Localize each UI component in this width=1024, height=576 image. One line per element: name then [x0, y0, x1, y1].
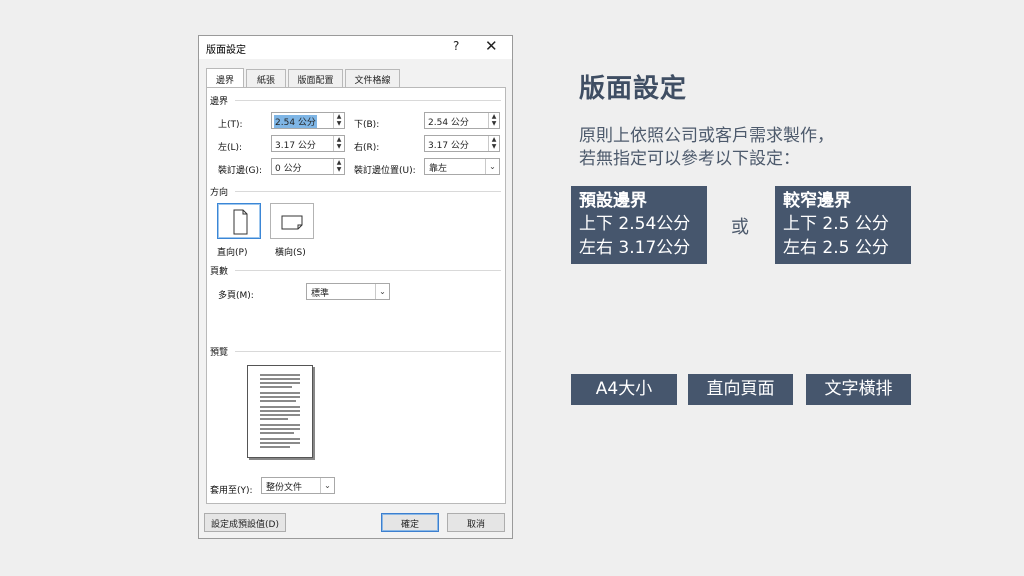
spinner-arrows-icon[interactable]: ▲ ▼ — [488, 136, 499, 151]
bottom-margin-value[interactable]: 2.54 公分 — [427, 115, 470, 128]
divider — [235, 351, 501, 352]
left-margin-label: 左(L): — [218, 143, 243, 153]
description-line: 若無指定可以參考以下設定： — [579, 149, 800, 169]
multiple-pages-label: 多頁(M): — [218, 291, 254, 301]
chevron-down-icon[interactable]: ⌄ — [320, 478, 334, 493]
gutter-position-label: 裝訂邊位置(U): — [354, 166, 416, 176]
chevron-down-icon[interactable]: ⌄ — [375, 284, 389, 299]
description-line: 原則上依照公司或客戶需求製作， — [579, 126, 834, 146]
landscape-label[interactable]: 橫向(S) — [275, 245, 306, 258]
narrow-margins-title: 較窄邊界 — [783, 191, 851, 211]
tag-horizontal-text: 文字橫排 — [806, 374, 911, 405]
tab-layout[interactable]: 版面配置 — [288, 69, 343, 87]
multiple-pages-value: 標準 — [311, 289, 330, 299]
default-margins-box: 預設邊界 上下 2.54公分 左右 3.17公分 — [571, 186, 707, 264]
bottom-margin-label: 下(B): — [354, 120, 380, 130]
divider — [235, 270, 501, 271]
preview-section-title: 預覽 — [210, 348, 229, 358]
gutter-label: 裝訂邊(G): — [218, 166, 263, 176]
dialog-title: 版面設定 — [206, 45, 246, 56]
left-margin-value[interactable]: 3.17 公分 — [274, 138, 317, 151]
right-margin-value[interactable]: 3.17 公分 — [427, 138, 470, 151]
top-margin-label: 上(T): — [218, 120, 243, 130]
tab-strip: 邊界 紙張 版面配置 文件格線 — [206, 68, 506, 88]
landscape-option[interactable] — [270, 203, 314, 239]
tab-paper[interactable]: 紙張 — [246, 69, 286, 87]
top-margin-spinner[interactable]: 2.54 公分 ▲ ▼ — [271, 112, 345, 129]
spinner-arrows-icon[interactable]: ▲ ▼ — [333, 136, 344, 151]
narrow-margins-box: 較窄邊界 上下 2.5 公分 左右 2.5 公分 — [775, 186, 911, 264]
chevron-down-icon[interactable]: ⌄ — [485, 159, 499, 174]
default-margins-line: 左右 3.17公分 — [579, 238, 691, 258]
spinner-arrows-icon[interactable]: ▲ ▼ — [333, 159, 344, 174]
portrait-page-icon — [233, 209, 248, 235]
tab-document-grid[interactable]: 文件格線 — [345, 69, 400, 87]
portrait-label[interactable]: 直向(P) — [217, 245, 247, 258]
right-margin-label: 右(R): — [354, 143, 380, 153]
spinner-arrows-icon[interactable]: ▲ ▼ — [488, 113, 499, 128]
apply-to-value: 整份文件 — [266, 483, 303, 493]
left-margin-spinner[interactable]: 3.17 公分 ▲ ▼ — [271, 135, 345, 152]
slide-title: 版面設定 — [579, 74, 688, 104]
bottom-margin-spinner[interactable]: 2.54 公分 ▲ ▼ — [424, 112, 500, 129]
landscape-page-icon — [281, 215, 303, 230]
top-margin-value[interactable]: 2.54 公分 — [274, 115, 317, 128]
divider — [235, 191, 501, 192]
default-margins-line: 上下 2.54公分 — [579, 214, 691, 234]
spinner-arrows-icon[interactable]: ▲ ▼ — [333, 113, 344, 128]
divider — [235, 100, 501, 101]
apply-to-label: 套用至(Y): — [210, 486, 253, 496]
narrow-margins-line: 左右 2.5 公分 — [783, 238, 889, 258]
tab-margins[interactable]: 邊界 — [206, 68, 244, 88]
or-text: 或 — [731, 217, 749, 238]
orientation-section-title: 方向 — [210, 188, 229, 198]
ok-button[interactable]: 確定 — [381, 513, 439, 532]
page-setup-dialog: 版面設定 ? ✕ 邊界 紙張 版面配置 文件格線 邊界 上(T): 2.54 公… — [198, 35, 513, 539]
gutter-position-value: 靠左 — [429, 164, 448, 174]
gutter-spinner[interactable]: 0 公分 ▲ ▼ — [271, 158, 345, 175]
gutter-value[interactable]: 0 公分 — [274, 161, 303, 174]
gutter-position-select[interactable]: 靠左 ⌄ — [424, 158, 500, 175]
narrow-margins-line: 上下 2.5 公分 — [783, 214, 889, 234]
help-button[interactable]: ? — [453, 39, 459, 53]
set-as-default-button[interactable]: 設定成預設值(D) — [204, 513, 286, 532]
margins-section-title: 邊界 — [210, 97, 229, 107]
dialog-titlebar: 版面設定 ? ✕ — [199, 36, 512, 59]
apply-to-select[interactable]: 整份文件 ⌄ — [261, 477, 335, 494]
page-preview — [247, 365, 313, 458]
cancel-button[interactable]: 取消 — [447, 513, 505, 532]
close-button[interactable]: ✕ — [485, 37, 498, 55]
pages-section-title: 頁數 — [210, 267, 229, 277]
margins-panel: 邊界 上(T): 2.54 公分 ▲ ▼ 下(B): 2.54 公分 ▲ ▼ 左(L… — [206, 87, 506, 504]
portrait-option[interactable] — [217, 203, 261, 239]
default-margins-title: 預設邊界 — [579, 191, 647, 211]
right-margin-spinner[interactable]: 3.17 公分 ▲ ▼ — [424, 135, 500, 152]
slide-description: 原則上依照公司或客戶需求製作， 若無指定可以參考以下設定： — [579, 125, 834, 171]
tag-portrait-page: 直向頁面 — [688, 374, 793, 405]
tag-a4-size: A4大小 — [571, 374, 677, 405]
preview-text-lines — [260, 374, 300, 448]
multiple-pages-select[interactable]: 標準 ⌄ — [306, 283, 390, 300]
